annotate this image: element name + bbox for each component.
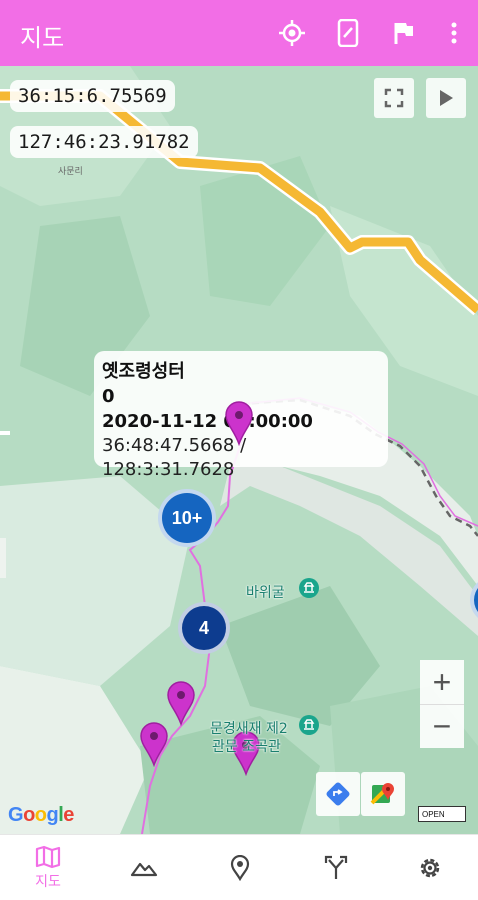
poi-label: 바위굴: [246, 585, 285, 601]
zoom-in-button[interactable]: +: [420, 660, 464, 704]
poi-label: 문경새재 제2: [210, 721, 288, 737]
nav-item-mountain[interactable]: [96, 835, 192, 900]
nav-item-settings[interactable]: [382, 835, 478, 900]
map-marker[interactable]: [166, 680, 196, 726]
page-title: 지도: [20, 24, 65, 52]
directions-icon: [326, 782, 350, 806]
bottom-navigation: 지도: [0, 834, 478, 900]
marker-cluster[interactable]: 10+: [158, 489, 216, 547]
google-logo-letter: o: [23, 804, 35, 826]
marker-cluster[interactable]: 4: [178, 602, 230, 654]
my-location-icon[interactable]: [276, 17, 308, 49]
play-icon: [440, 90, 453, 106]
osm-attribution[interactable]: OPEN: [418, 806, 466, 822]
google-logo-letter: o: [34, 804, 47, 826]
map-icon: [35, 845, 61, 869]
google-logo: Google: [8, 804, 74, 827]
poi-attraction-icon[interactable]: [298, 577, 320, 599]
flag-icon[interactable]: [388, 17, 420, 49]
poi-museum-icon[interactable]: [298, 714, 320, 736]
google-maps-icon: [370, 783, 394, 805]
fullscreen-icon: [384, 88, 404, 108]
nav-item-map[interactable]: 지도: [0, 835, 96, 900]
phone-icon[interactable]: [332, 17, 364, 49]
google-logo-letter: g: [46, 804, 59, 826]
open-google-maps-button[interactable]: [361, 772, 405, 816]
poi-label: 관문 조곡관: [212, 739, 281, 755]
map-marker[interactable]: [224, 400, 254, 446]
nav-item-label: 지도: [35, 874, 61, 890]
zoom-out-button[interactable]: −: [420, 704, 464, 748]
place-pin-icon: [230, 855, 250, 881]
settings-icon: [420, 858, 440, 878]
mountain-icon: [130, 862, 158, 877]
directions-button[interactable]: [316, 772, 360, 816]
nav-item-route[interactable]: [288, 835, 384, 900]
place-label: 사문리: [58, 167, 83, 177]
fullscreen-button[interactable]: [374, 78, 414, 118]
latitude-readout: 36:15:6.75569: [10, 80, 175, 112]
longitude-readout: 127:46:23.91782: [10, 126, 198, 158]
map-view[interactable]: 36:15:6.75569 127:46:23.91782 사문리 옛조령성터 …: [0, 66, 478, 834]
more-vert-icon[interactable]: [438, 17, 470, 49]
app-bar: 지도: [0, 0, 478, 66]
nav-item-place[interactable]: [192, 835, 288, 900]
route-fork-icon: [324, 855, 348, 879]
info-title: 옛조령성터: [102, 361, 185, 382]
google-logo-letter: G: [8, 804, 24, 826]
play-button[interactable]: [426, 78, 466, 118]
google-logo-letter: e: [63, 804, 74, 826]
map-marker[interactable]: [139, 721, 169, 767]
